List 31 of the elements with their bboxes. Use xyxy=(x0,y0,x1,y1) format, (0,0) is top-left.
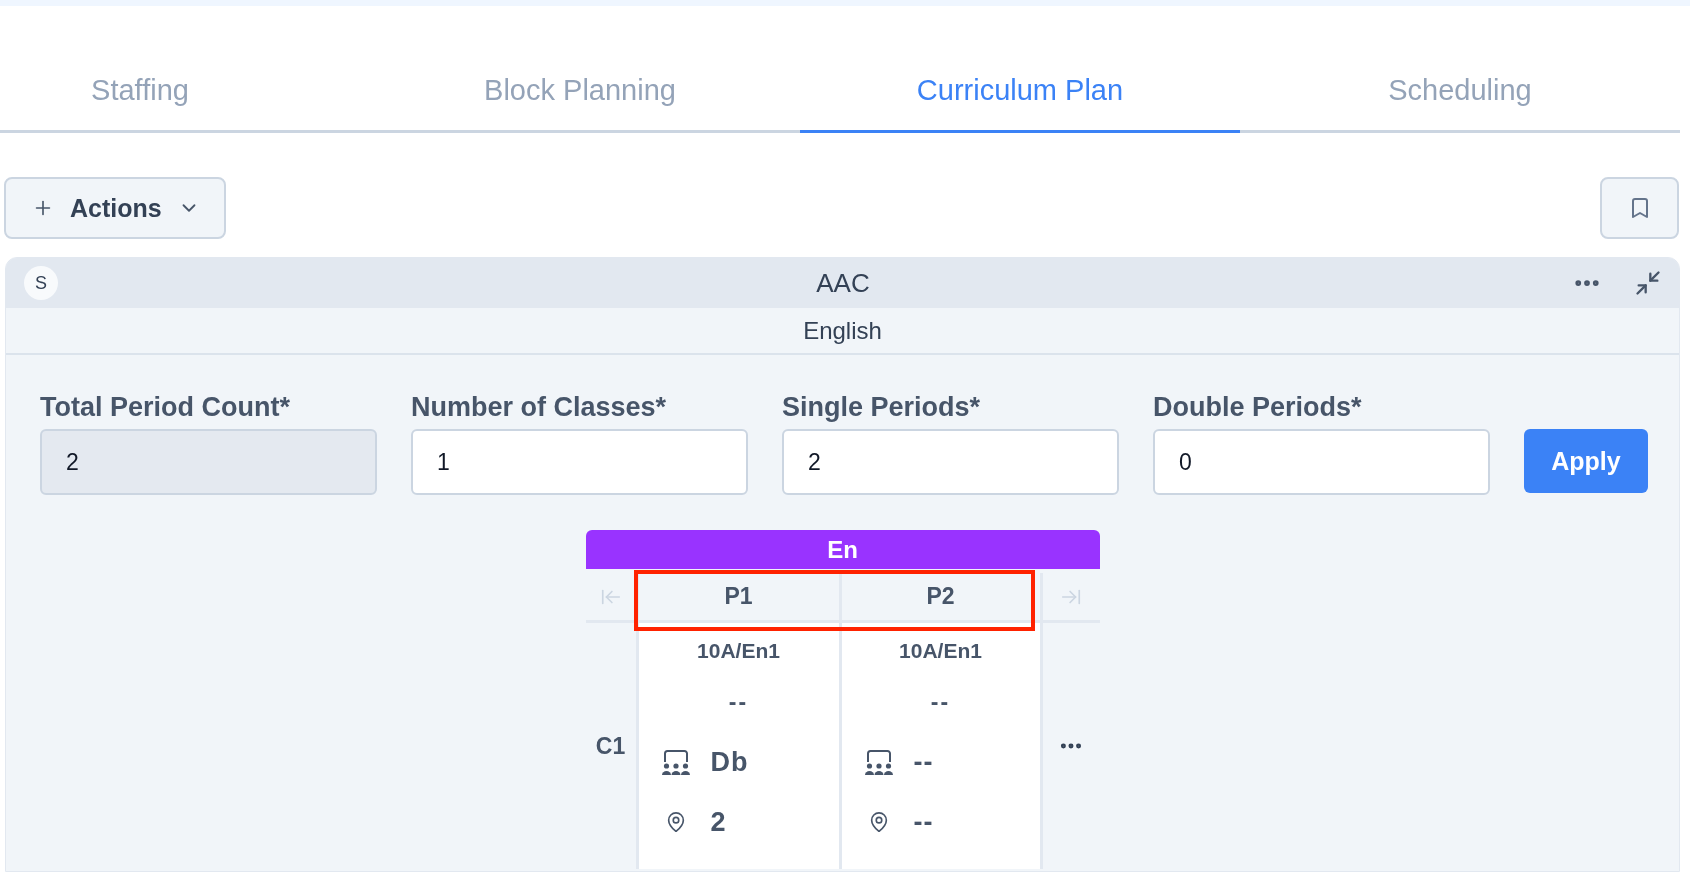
field-label: Double Periods* xyxy=(1153,391,1363,423)
classroom-icon xyxy=(863,749,894,775)
panel-title: AAC xyxy=(816,267,870,299)
location-value: -- xyxy=(913,806,934,839)
lesson-code: 10A/En1 xyxy=(899,638,982,664)
period-header: P2 xyxy=(841,573,1040,620)
field-label: Total Period Count* xyxy=(40,391,291,423)
period-header: P1 xyxy=(638,573,839,620)
field-label: Number of Classes* xyxy=(411,391,668,423)
location-value: 2 xyxy=(710,806,727,839)
cell-value: -- xyxy=(930,688,951,717)
bookmark-button[interactable] xyxy=(1600,177,1679,239)
cell-value: -- xyxy=(728,688,749,717)
classroom-icon xyxy=(660,749,691,775)
panel-subtitle: English xyxy=(803,316,882,345)
subject-header: En xyxy=(585,530,1100,569)
input-field[interactable]: 1 xyxy=(411,429,748,495)
minimize-icon[interactable] xyxy=(1634,269,1662,297)
row-header: C1 xyxy=(585,623,636,869)
input-field[interactable]: 0 xyxy=(1153,429,1490,495)
lesson-cell[interactable]: 10A/En1 -- Db 2 xyxy=(638,623,839,869)
tab[interactable]: Curriculum Plan xyxy=(800,50,1240,133)
field-label: Single Periods* xyxy=(782,391,982,423)
lesson-cell[interactable]: 10A/En1 -- -- -- xyxy=(841,623,1040,869)
lesson-code: 10A/En1 xyxy=(697,638,780,664)
avatar: S xyxy=(24,266,58,300)
apply-button[interactable]: Apply xyxy=(1524,429,1648,493)
actions-button[interactable]: Actions xyxy=(4,177,226,239)
input-field[interactable]: 2 xyxy=(782,429,1119,495)
classroom-value: Db xyxy=(710,746,749,779)
classroom-value: -- xyxy=(913,746,934,779)
